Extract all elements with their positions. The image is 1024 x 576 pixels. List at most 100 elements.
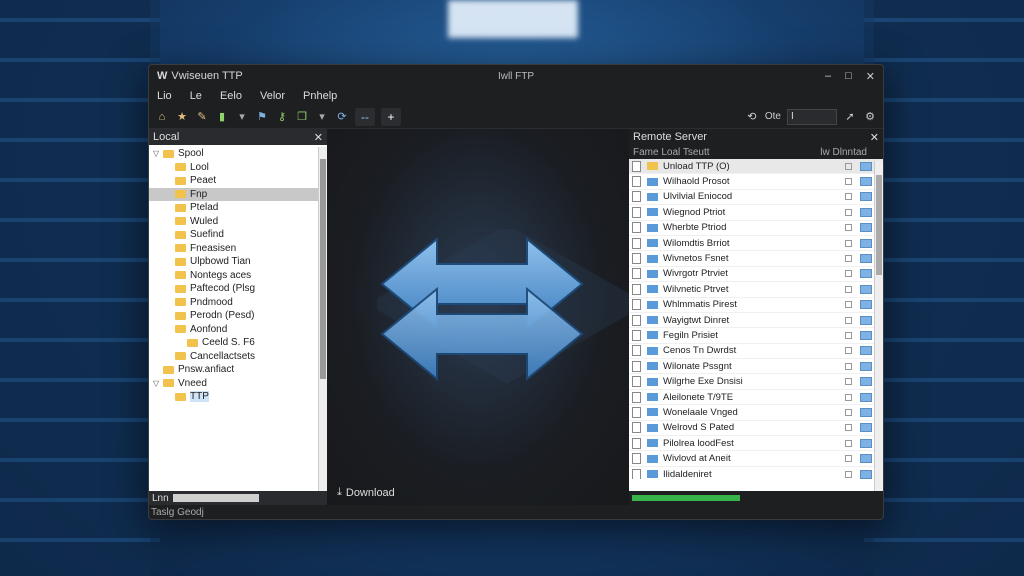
select-checkbox[interactable]: [845, 331, 852, 339]
tree-item[interactable]: Peaet: [149, 174, 327, 188]
select-checkbox[interactable]: [845, 255, 852, 263]
file-row[interactable]: Wilvnetic Ptrvet: [629, 282, 883, 298]
tree-item[interactable]: Ceeld S. F6: [149, 336, 327, 350]
tree-item[interactable]: Aonfond: [149, 323, 327, 337]
select-checkbox[interactable]: [845, 285, 852, 293]
bookmark-icon[interactable]: ▮: [215, 110, 229, 124]
tree-item[interactable]: Pnsw.anfiact: [149, 363, 327, 377]
tree-item[interactable]: Wuled: [149, 215, 327, 229]
home-icon[interactable]: ⌂: [155, 110, 169, 124]
dropdown-chevron-icon[interactable]: ▾: [315, 110, 329, 124]
folder-icon: [175, 298, 186, 307]
local-horizontal-scrollbar[interactable]: [172, 494, 259, 502]
tree-item[interactable]: Suefind: [149, 228, 327, 242]
edit-icon[interactable]: ✎: [195, 110, 209, 124]
key-icon[interactable]: ⚷: [275, 110, 289, 124]
minimize-button[interactable]: –: [825, 70, 831, 83]
local-pane-close-button[interactable]: ✕: [314, 131, 323, 144]
select-checkbox[interactable]: [845, 270, 852, 278]
file-row[interactable]: Fegiln Prisiet: [629, 328, 883, 344]
sync-icon[interactable]: ⟳: [335, 110, 349, 124]
close-button[interactable]: ✕: [866, 70, 875, 83]
select-checkbox[interactable]: [845, 162, 852, 170]
file-row[interactable]: Wilhaold Prosot: [629, 174, 883, 190]
tree-item[interactable]: ▽ Spool: [149, 147, 327, 161]
select-checkbox[interactable]: [845, 424, 852, 432]
local-scrollbar[interactable]: [318, 147, 327, 491]
refresh-icon[interactable]: ⟲: [745, 110, 759, 124]
select-checkbox[interactable]: [845, 301, 852, 309]
file-row[interactable]: Wilomdtis Brriot: [629, 236, 883, 252]
tree-item[interactable]: Ptelad: [149, 201, 327, 215]
select-checkbox[interactable]: [845, 316, 852, 324]
add-button[interactable]: +: [381, 107, 401, 126]
select-checkbox[interactable]: [845, 178, 852, 186]
file-row[interactable]: Wivlovd at Aneit: [629, 451, 883, 467]
tree-item[interactable]: ▽ Vneed: [149, 377, 327, 391]
download-label[interactable]: Download: [346, 487, 395, 499]
column-header-status[interactable]: lw Dlnntad: [820, 147, 867, 158]
select-checkbox[interactable]: [845, 347, 852, 355]
quick-connect-input[interactable]: [787, 108, 837, 125]
menu-item-edit[interactable]: Le: [190, 90, 202, 102]
file-row[interactable]: Ilidaldeniret: [629, 467, 883, 479]
scroll-thumb[interactable]: [876, 175, 882, 275]
select-checkbox[interactable]: [845, 239, 852, 247]
file-row[interactable]: Wonelaale Vnged: [629, 405, 883, 421]
flag-icon[interactable]: ⚑: [255, 110, 269, 124]
file-row[interactable]: Aleilonete T/9TE: [629, 390, 883, 406]
file-row[interactable]: Wayigtwt Dinret: [629, 313, 883, 329]
file-row[interactable]: Ulvilvial Eniocod: [629, 190, 883, 206]
file-row[interactable]: Wilgrhe Exe Dnsisi: [629, 374, 883, 390]
folder-icon: [647, 223, 658, 232]
remote-scrollbar[interactable]: [874, 161, 883, 491]
menu-item-tools[interactable]: Velor: [260, 90, 285, 102]
tree-item[interactable]: Fneasisen: [149, 242, 327, 256]
select-checkbox[interactable]: [845, 362, 852, 370]
download-icon[interactable]: ⤓: [337, 486, 342, 499]
tree-item[interactable]: Paftecod (Plsg: [149, 282, 327, 296]
select-checkbox[interactable]: [845, 393, 852, 401]
select-checkbox[interactable]: [845, 193, 852, 201]
column-header-name[interactable]: Fame Loal Tseutt: [633, 147, 710, 158]
file-row[interactable]: Wherbte Ptriod: [629, 221, 883, 236]
file-row[interactable]: Cenos Tn Dwrdst: [629, 344, 883, 360]
file-row[interactable]: Pilolrea loodFest: [629, 436, 883, 452]
select-checkbox[interactable]: [845, 208, 852, 216]
select-checkbox[interactable]: [845, 378, 852, 386]
tree-item[interactable]: Fnp: [149, 187, 327, 201]
file-row[interactable]: Wilonate Pssgnt: [629, 359, 883, 375]
file-row[interactable]: Unload TTP (O): [629, 159, 883, 175]
star-icon[interactable]: ★: [175, 110, 189, 124]
tree-item[interactable]: Ulpbowd Tian: [149, 255, 327, 269]
select-checkbox[interactable]: [845, 470, 852, 478]
file-row[interactable]: Whlmmatis Pirest: [629, 298, 883, 313]
tree-item[interactable]: Cancellactsets: [149, 350, 327, 364]
expand-toggle-icon[interactable]: ▽: [153, 149, 161, 158]
menu-item-help[interactable]: Pnhelp: [303, 90, 337, 102]
copy-icon[interactable]: ❐: [295, 110, 309, 124]
tree-item[interactable]: Nontegs aces: [149, 269, 327, 283]
tree-item[interactable]: Lool: [149, 161, 327, 175]
select-checkbox[interactable]: [845, 455, 852, 463]
select-checkbox[interactable]: [845, 224, 852, 232]
file-row[interactable]: Wivrgotr Ptrviet: [629, 267, 883, 283]
tree-item[interactable]: Perodn (Pesd): [149, 309, 327, 323]
tree-item[interactable]: Pndmood: [149, 296, 327, 310]
remote-pane-close-button[interactable]: ✕: [870, 131, 879, 144]
scroll-thumb[interactable]: [320, 159, 326, 379]
menu-item-view[interactable]: Eelo: [220, 90, 242, 102]
expand-toggle-icon[interactable]: ▽: [153, 379, 161, 388]
tree-item[interactable]: TTP: [149, 390, 327, 404]
select-checkbox[interactable]: [845, 439, 852, 447]
send-icon[interactable]: ➚: [843, 110, 857, 124]
settings-icon[interactable]: ⚙: [863, 110, 877, 124]
file-row[interactable]: Wivnetos Fsnet: [629, 251, 883, 267]
file-row[interactable]: Welrovd S Pated: [629, 421, 883, 437]
collapse-button[interactable]: --: [355, 107, 375, 126]
select-checkbox[interactable]: [845, 408, 852, 416]
maximize-button[interactable]: □: [845, 70, 852, 83]
menu-item-file[interactable]: Lio: [157, 90, 172, 102]
dropdown-chevron-icon[interactable]: ▾: [235, 110, 249, 124]
file-row[interactable]: Wiegnod Ptriot: [629, 205, 883, 221]
